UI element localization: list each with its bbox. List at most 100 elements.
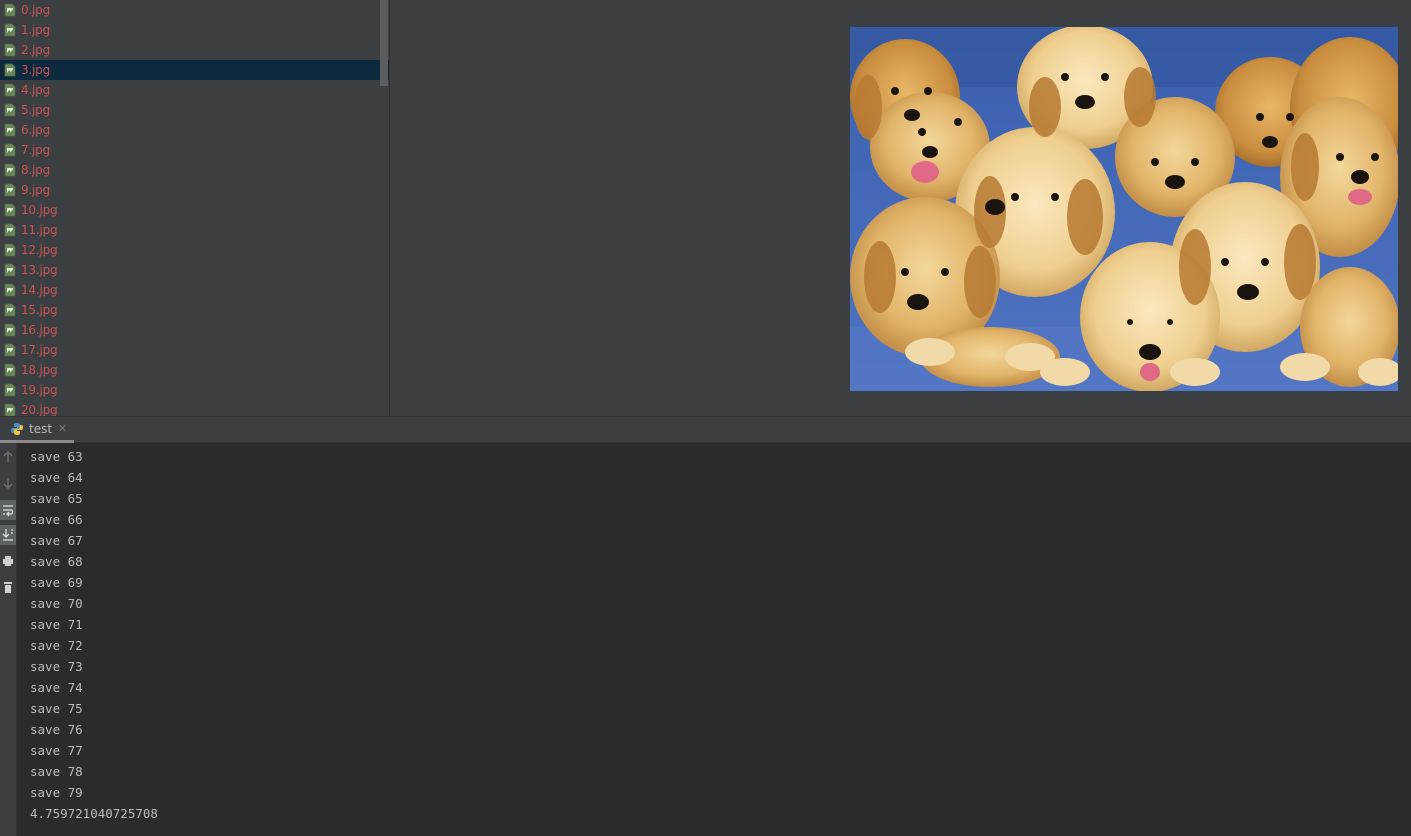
file-item[interactable]: 9.jpg bbox=[0, 180, 389, 200]
down-arrow-button[interactable] bbox=[0, 473, 16, 493]
console-output[interactable]: save 63 save 64 save 65 save 66 save 67 save … bbox=[18, 443, 1411, 836]
console-line: save 68 bbox=[30, 554, 83, 569]
close-icon[interactable]: ✕ bbox=[58, 422, 67, 435]
file-name: 1.jpg bbox=[21, 23, 51, 37]
console-line: save 75 bbox=[30, 701, 83, 716]
file-name: 15.jpg bbox=[21, 303, 58, 317]
file-name: 8.jpg bbox=[21, 163, 51, 177]
soft-wrap-icon bbox=[3, 505, 14, 517]
image-file-icon bbox=[4, 283, 16, 297]
file-item[interactable]: 17.jpg bbox=[0, 340, 389, 360]
console-line: save 70 bbox=[30, 596, 83, 611]
file-name: 12.jpg bbox=[21, 243, 58, 257]
image-file-icon bbox=[4, 223, 16, 237]
file-name: 13.jpg bbox=[21, 263, 58, 277]
image-file-icon bbox=[4, 403, 16, 416]
file-item[interactable]: 7.jpg bbox=[0, 140, 389, 160]
file-list: 0.jpg 1.jpg 2.jpg 3.jpg 4.jpg 5.jpg 6.jpg 7.jpg… bbox=[0, 0, 389, 416]
console-line: save 63 bbox=[30, 449, 83, 464]
file-item[interactable]: 10.jpg bbox=[0, 200, 389, 220]
run-tool-window-header: test ✕ bbox=[0, 416, 1411, 443]
file-name: 6.jpg bbox=[21, 123, 51, 137]
file-name: 20.jpg bbox=[21, 403, 58, 416]
image-file-icon bbox=[4, 303, 16, 317]
console-line: save 79 bbox=[30, 785, 83, 800]
tab-run-test[interactable]: test ✕ bbox=[0, 417, 74, 443]
image-file-icon bbox=[4, 323, 16, 337]
file-name: 17.jpg bbox=[21, 343, 58, 357]
file-item[interactable]: 19.jpg bbox=[0, 380, 389, 400]
file-name: 14.jpg bbox=[21, 283, 58, 297]
file-item[interactable]: 13.jpg bbox=[0, 260, 389, 280]
image-file-icon bbox=[4, 363, 16, 377]
image-file-icon bbox=[4, 243, 16, 257]
file-name: 0.jpg bbox=[21, 3, 51, 17]
project-tree-panel: 0.jpg 1.jpg 2.jpg 3.jpg 4.jpg 5.jpg 6.jpg 7.jpg… bbox=[0, 0, 389, 416]
image-file-icon bbox=[4, 183, 16, 197]
file-name: 7.jpg bbox=[21, 143, 51, 157]
print-button[interactable] bbox=[0, 551, 16, 571]
file-name: 11.jpg bbox=[21, 223, 58, 237]
image-viewer bbox=[390, 0, 1411, 416]
console-line: save 72 bbox=[30, 638, 83, 653]
file-name: 10.jpg bbox=[21, 203, 58, 217]
console-line: save 64 bbox=[30, 470, 83, 485]
image-file-icon bbox=[4, 263, 16, 277]
image-file-icon bbox=[4, 203, 16, 217]
up-arrow-button[interactable] bbox=[0, 447, 16, 467]
image-file-icon bbox=[4, 103, 16, 117]
python-icon bbox=[11, 422, 23, 435]
file-name: 4.jpg bbox=[21, 83, 51, 97]
file-item[interactable]: 5.jpg bbox=[0, 100, 389, 120]
file-item[interactable]: 12.jpg bbox=[0, 240, 389, 260]
file-name: 18.jpg bbox=[21, 363, 58, 377]
file-item[interactable]: 15.jpg bbox=[0, 300, 389, 320]
puppies-photo bbox=[850, 27, 1398, 391]
print-icon bbox=[3, 556, 13, 566]
file-item[interactable]: 8.jpg bbox=[0, 160, 389, 180]
clear-all-button[interactable] bbox=[0, 577, 16, 597]
console-lines: save 63 save 64 save 65 save 66 save 67 save … bbox=[30, 446, 158, 824]
file-name: 16.jpg bbox=[21, 323, 58, 337]
image-file-icon bbox=[4, 63, 16, 77]
file-item[interactable]: 0.jpg bbox=[0, 0, 389, 20]
file-item[interactable]: 6.jpg bbox=[0, 120, 389, 140]
console-line: save 77 bbox=[30, 743, 83, 758]
file-name: 9.jpg bbox=[21, 183, 51, 197]
image-file-icon bbox=[4, 143, 16, 157]
image-file-icon bbox=[4, 343, 16, 357]
console-line: 4.759721040725708 bbox=[30, 806, 158, 821]
run-tab-label: test bbox=[29, 421, 53, 436]
file-item[interactable]: 18.jpg bbox=[0, 360, 389, 380]
file-item[interactable]: 1.jpg bbox=[0, 20, 389, 40]
scroll-to-end-button[interactable] bbox=[0, 525, 16, 545]
file-name: 3.jpg bbox=[21, 63, 51, 77]
console-line: save 76 bbox=[30, 722, 83, 737]
tree-scrollbar[interactable] bbox=[380, 0, 388, 86]
trash-icon bbox=[4, 582, 12, 593]
image-file-icon bbox=[4, 383, 16, 397]
file-item[interactable]: 4.jpg bbox=[0, 80, 389, 100]
file-item[interactable]: 3.jpg bbox=[0, 60, 389, 80]
image-file-icon bbox=[4, 83, 16, 97]
file-item[interactable]: 11.jpg bbox=[0, 220, 389, 240]
image-file-icon bbox=[4, 43, 16, 57]
file-item[interactable]: 16.jpg bbox=[0, 320, 389, 340]
file-name: 2.jpg bbox=[21, 43, 51, 57]
image-file-icon bbox=[4, 163, 16, 177]
console-line: save 78 bbox=[30, 764, 83, 779]
file-name: 5.jpg bbox=[21, 103, 51, 117]
soft-wrap-button[interactable] bbox=[0, 500, 16, 520]
file-name: 19.jpg bbox=[21, 383, 58, 397]
console-line: save 65 bbox=[30, 491, 83, 506]
file-item[interactable]: 20.jpg bbox=[0, 400, 389, 416]
up-arrow-icon bbox=[3, 451, 13, 462]
image-file-icon bbox=[4, 123, 16, 137]
console-line: save 74 bbox=[30, 680, 83, 695]
image-file-icon bbox=[4, 23, 16, 37]
console-line: save 73 bbox=[30, 659, 83, 674]
file-item[interactable]: 2.jpg bbox=[0, 40, 389, 60]
console-line: save 67 bbox=[30, 533, 83, 548]
down-arrow-icon bbox=[3, 478, 13, 489]
file-item[interactable]: 14.jpg bbox=[0, 280, 389, 300]
